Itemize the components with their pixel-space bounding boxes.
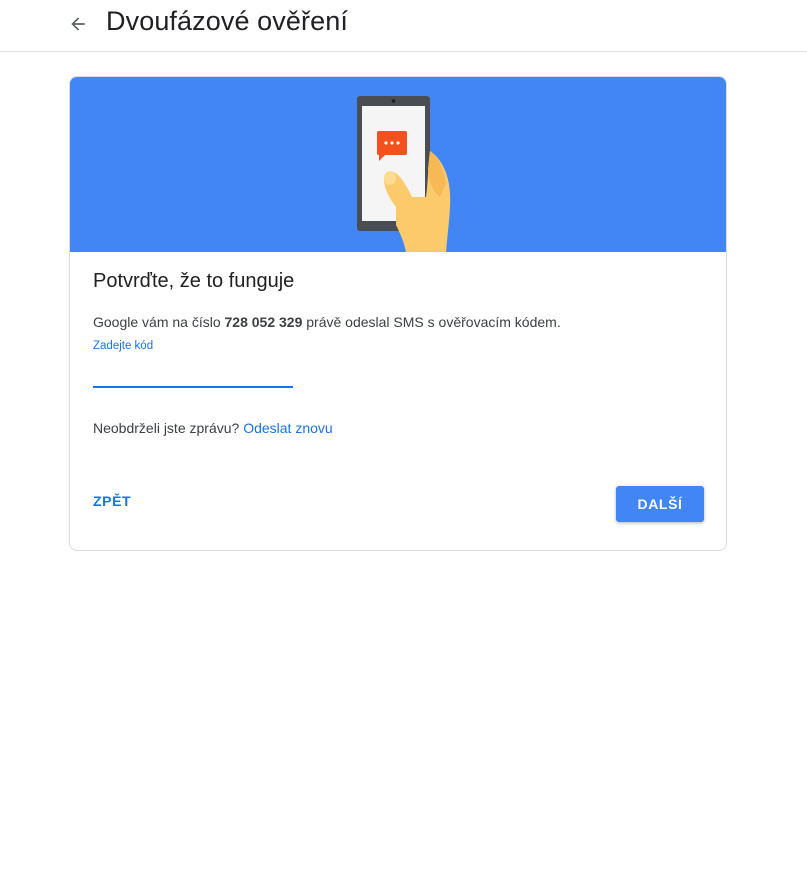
code-field-label: Zadejte kód — [93, 340, 154, 352]
arrow-left-icon — [71, 17, 85, 31]
desc-suffix: právě odeslal SMS s ověřovacím kódem. — [302, 314, 561, 330]
resend-row: Neobdrželi jste zprávu? Odeslat znovu — [93, 420, 333, 436]
verification-card: Potvrďte, že to funguje Google vám na čí… — [69, 76, 727, 551]
top-bar: Dvoufázové ověření — [0, 0, 807, 52]
next-button[interactable]: DALŠÍ — [616, 486, 704, 522]
back-button[interactable]: ZPĚT — [93, 493, 131, 509]
back-arrow-button[interactable] — [62, 8, 94, 40]
code-field: Zadejte kód — [93, 340, 293, 388]
phone-number: 728 052 329 — [224, 314, 303, 330]
card-title: Potvrďte, že to funguje — [93, 270, 295, 292]
phone-sms-illustration — [357, 96, 451, 252]
page-title: Dvoufázové ověření — [106, 6, 348, 36]
sms-description: Google vám na číslo 728 052 329 právě od… — [93, 314, 561, 330]
code-input[interactable] — [93, 360, 293, 388]
banner — [70, 77, 726, 252]
desc-prefix: Google vám na číslo — [93, 314, 225, 330]
resend-prompt: Neobdrželi jste zprávu? — [93, 420, 244, 436]
resend-link[interactable]: Odeslat znovu — [243, 420, 333, 436]
